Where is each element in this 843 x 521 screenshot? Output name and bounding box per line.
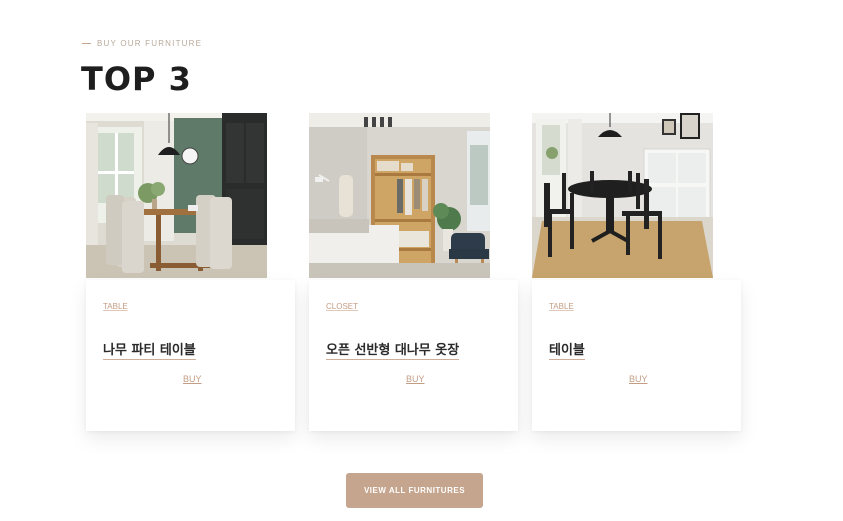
product-category-link[interactable]: TABLE — [103, 302, 128, 311]
section-title: TOP 3 — [81, 60, 192, 98]
top-products-page: BUY OUR FURNITURE TOP 3 TABLE 나무 파티 테이블 … — [0, 0, 843, 521]
product-category-link[interactable]: TABLE — [549, 302, 574, 311]
product-name-link[interactable]: 오픈 선반형 대나무 옷장 — [326, 339, 460, 360]
buy-link[interactable]: BUY — [406, 374, 425, 384]
product-image-round-table[interactable] — [532, 113, 713, 278]
product-card[interactable]: CLOSET 오픈 선반형 대나무 옷장 BUY — [309, 113, 518, 431]
product-card-body: TABLE 테이블 BUY — [532, 280, 741, 431]
product-name-link[interactable]: 테이블 — [549, 339, 585, 360]
product-category-link[interactable]: CLOSET — [326, 302, 358, 311]
section-eyebrow: BUY OUR FURNITURE — [82, 39, 202, 48]
eyebrow-dash — [82, 43, 91, 44]
view-all-furnitures-button[interactable]: VIEW ALL FURNITURES — [346, 473, 483, 508]
product-name-link[interactable]: 나무 파티 테이블 — [103, 339, 196, 360]
product-image-dining-room[interactable] — [86, 113, 267, 278]
product-card[interactable]: TABLE 테이블 BUY — [532, 113, 741, 431]
buy-link[interactable]: BUY — [629, 374, 648, 384]
product-card-body: CLOSET 오픈 선반형 대나무 옷장 BUY — [309, 280, 518, 431]
eyebrow-text: BUY OUR FURNITURE — [97, 39, 203, 48]
product-card-body: TABLE 나무 파티 테이블 BUY — [86, 280, 295, 431]
product-card[interactable]: TABLE 나무 파티 테이블 BUY — [86, 113, 295, 431]
buy-link[interactable]: BUY — [183, 374, 202, 384]
product-image-bedroom-closet[interactable] — [309, 113, 490, 278]
